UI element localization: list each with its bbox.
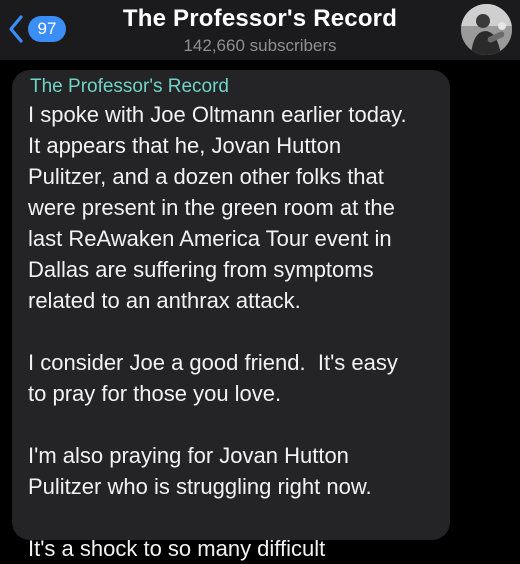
chat-header: 97 The Professor's Record 142,660 subscr… xyxy=(0,0,520,60)
message-paragraph: I'm also praying for Jovan Hutton Pulitz… xyxy=(28,443,372,499)
message-text: I spoke with Joe Oltmann earlier today. … xyxy=(28,99,436,564)
channel-avatar[interactable] xyxy=(461,4,512,55)
subscriber-count: 142,660 subscribers xyxy=(183,36,337,55)
channel-title: The Professor's Record xyxy=(122,5,398,32)
message-paragraph: I consider Joe a good friend. It's easy … xyxy=(28,350,398,406)
message-bubble[interactable]: The Professor's Record I spoke with Joe … xyxy=(12,70,450,561)
channel-info[interactable]: The Professor's Record 142,660 subscribe… xyxy=(0,4,520,57)
avatar-photo-icon xyxy=(461,4,512,55)
message-paragraph: I spoke with Joe Oltmann earlier today. … xyxy=(28,102,407,313)
message-paragraph: It's a shock to so many difficult xyxy=(28,536,326,561)
message-sender[interactable]: The Professor's Record xyxy=(30,76,436,98)
